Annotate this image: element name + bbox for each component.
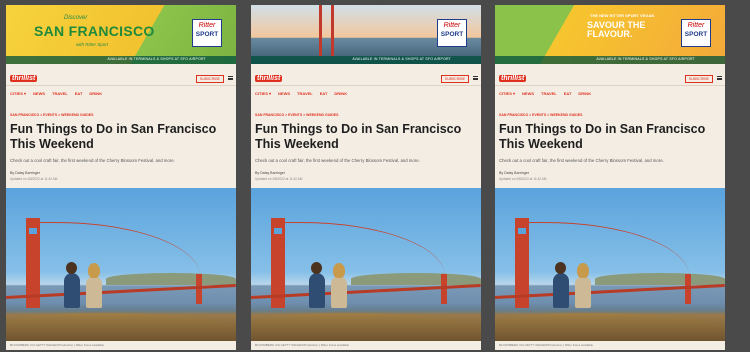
nav-item[interactable]: EAT xyxy=(75,91,83,96)
nav-item[interactable]: TRAVEL xyxy=(52,91,68,96)
ad-footer: AVAILABLE IN TERMINALS & SHOPS AT SFO AI… xyxy=(251,56,481,64)
article-byline[interactable]: By Daisy Barringer xyxy=(10,171,40,175)
ad-city: SAN FRANCISCO xyxy=(34,23,155,39)
nav-item[interactable]: TRAVEL xyxy=(297,91,313,96)
site-header: thrillist SUBSCRIBE xyxy=(495,72,725,86)
photo-credit: BLOOMBERG VIA GETTY IMAGES/Production | … xyxy=(255,343,350,347)
photo-credit: BLOOMBERG VIA GETTY IMAGES/Production | … xyxy=(499,343,594,347)
main-nav: CITIES ▾ NEWS TRAVEL EAT DRINK xyxy=(255,91,354,96)
brand-logo[interactable]: thrillist xyxy=(10,75,38,82)
ritter-sport-logo: Ritter SPORT xyxy=(192,19,222,47)
hamburger-menu-icon[interactable] xyxy=(473,76,478,80)
ad-kicker: THE NEW RITTER SPORT VEGAN xyxy=(590,13,655,18)
photo-credit: BLOOMBERG VIA GETTY IMAGES/Production | … xyxy=(10,343,105,347)
ritter-sport-logo: Ritter SPORT xyxy=(681,19,711,47)
nav-item[interactable]: NEWS xyxy=(33,91,45,96)
nav-item[interactable]: NEWS xyxy=(522,91,534,96)
article-dek: Check out a cool craft fair, the first w… xyxy=(10,158,175,163)
page-frame-1: Discover SAN FRANCISCO with Ritter Sport… xyxy=(6,5,236,350)
ad-footer: AVAILABLE IN TERMINALS & SHOPS AT SFO AI… xyxy=(6,56,236,64)
article-headline: Fun Things to Do in San Francisco This W… xyxy=(10,122,217,151)
subscribe-button[interactable]: SUBSCRIBE xyxy=(440,75,469,83)
hamburger-menu-icon[interactable] xyxy=(717,76,722,80)
ad-footer: AVAILABLE IN TERMINALS & SHOPS AT SFO AI… xyxy=(495,56,725,64)
ad-banner[interactable]: Ritter SPORT AVAILABLE IN TERMINALS & SHO… xyxy=(251,5,481,64)
subscribe-button[interactable]: SUBSCRIBE xyxy=(684,75,713,83)
hero-image xyxy=(251,188,481,341)
subscribe-button[interactable]: SUBSCRIBE xyxy=(195,75,224,83)
article-dek: Check out a cool craft fair, the first w… xyxy=(499,158,664,163)
ad-headline: SAVOUR THE FLAVOUR. xyxy=(587,20,646,39)
bridge-tower-icon xyxy=(319,5,322,56)
nav-item[interactable]: NEWS xyxy=(278,91,290,96)
main-nav: CITIES ▾ NEWS TRAVEL EAT DRINK xyxy=(10,91,109,96)
article-byline[interactable]: By Daisy Barringer xyxy=(255,171,285,175)
brand-logo[interactable]: thrillist xyxy=(499,75,527,82)
ad-banner[interactable]: THE NEW RITTER SPORT VEGAN SAVOUR THE FLA… xyxy=(495,5,725,64)
nav-item[interactable]: EAT xyxy=(320,91,328,96)
nav-item[interactable]: DRINK xyxy=(578,91,591,96)
site-header: thrillist SUBSCRIBE xyxy=(251,72,481,86)
page-frame-3: THE NEW RITTER SPORT VEGAN SAVOUR THE FLA… xyxy=(495,5,725,350)
breadcrumb[interactable]: SAN FRANCISCO > EVENTS > WEEKEND GUIDES xyxy=(255,113,338,117)
site-header: thrillist SUBSCRIBE xyxy=(6,72,236,86)
ritter-sport-logo: Ritter SPORT xyxy=(437,19,467,47)
nav-item[interactable]: CITIES ▾ xyxy=(10,91,26,96)
breadcrumb[interactable]: SAN FRANCISCO > EVENTS > WEEKEND GUIDES xyxy=(10,113,93,117)
article-updated: Updated on 4/8/2022 at 11:42 AM xyxy=(10,177,58,181)
nav-item[interactable]: CITIES ▾ xyxy=(499,91,515,96)
ad-tagline: with Ritter Sport xyxy=(76,42,109,47)
page-frame-2: Ritter SPORT AVAILABLE IN TERMINALS & SHO… xyxy=(251,5,481,350)
article-headline: Fun Things to Do in San Francisco This W… xyxy=(499,122,706,151)
ad-banner[interactable]: Discover SAN FRANCISCO with Ritter Sport… xyxy=(6,5,236,64)
hero-image xyxy=(495,188,725,341)
nav-item[interactable]: CITIES ▾ xyxy=(255,91,271,96)
nav-item[interactable]: TRAVEL xyxy=(541,91,557,96)
nav-item[interactable]: DRINK xyxy=(334,91,347,96)
brand-logo[interactable]: thrillist xyxy=(255,75,283,82)
breadcrumb[interactable]: SAN FRANCISCO > EVENTS > WEEKEND GUIDES xyxy=(499,113,582,117)
article-updated: Updated on 4/8/2022 at 11:42 AM xyxy=(499,177,547,181)
article-dek: Check out a cool craft fair, the first w… xyxy=(255,158,420,163)
main-nav: CITIES ▾ NEWS TRAVEL EAT DRINK xyxy=(499,91,598,96)
hero-image xyxy=(6,188,236,341)
hamburger-menu-icon[interactable] xyxy=(228,76,233,80)
nav-item[interactable]: DRINK xyxy=(89,91,102,96)
bridge-tower-icon xyxy=(331,5,334,56)
ad-discover: Discover xyxy=(64,15,88,21)
article-byline[interactable]: By Daisy Barringer xyxy=(499,171,529,175)
nav-item[interactable]: EAT xyxy=(564,91,572,96)
article-updated: Updated on 4/8/2022 at 11:42 AM xyxy=(255,177,303,181)
article-headline: Fun Things to Do in San Francisco This W… xyxy=(255,122,462,151)
